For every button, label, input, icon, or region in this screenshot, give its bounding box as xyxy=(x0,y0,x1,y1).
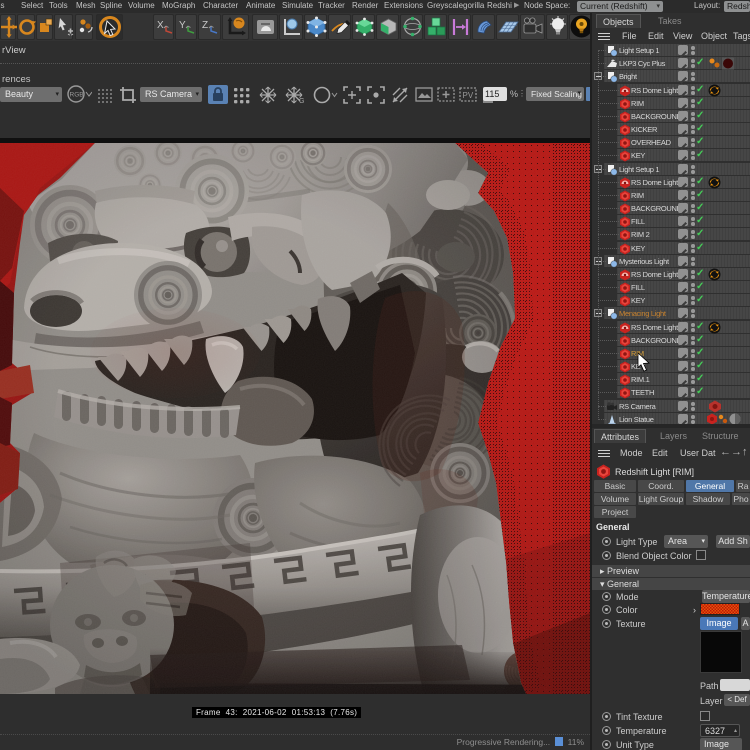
svg-text:Y: Y xyxy=(179,20,186,31)
svg-text:PV: PV xyxy=(463,91,474,100)
svg-text:RGB: RGB xyxy=(70,92,84,99)
svg-text:G: G xyxy=(299,98,304,105)
svg-text:X: X xyxy=(157,20,164,31)
svg-text:Z: Z xyxy=(202,20,208,31)
